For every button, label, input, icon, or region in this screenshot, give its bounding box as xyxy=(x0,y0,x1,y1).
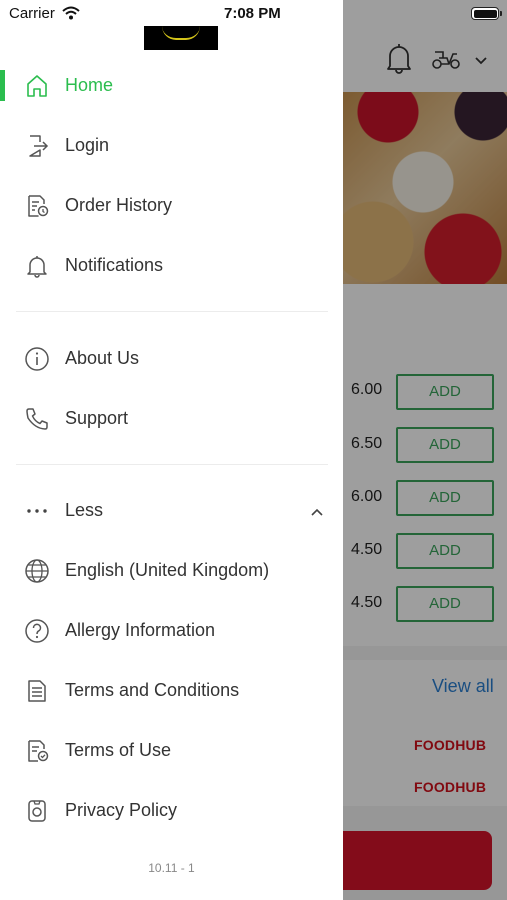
menu-item-support[interactable]: Support xyxy=(0,397,343,441)
menu-divider xyxy=(16,464,328,465)
battery-icon xyxy=(471,7,502,20)
bell-icon xyxy=(24,253,50,279)
menu-item-allergy-information[interactable]: Allergy Information xyxy=(0,609,343,653)
menu-item-order-history[interactable]: Order History xyxy=(0,184,343,228)
menu-item-privacy-policy[interactable]: Privacy Policy xyxy=(0,789,343,833)
more-dots-icon xyxy=(24,498,50,524)
dim-overlay[interactable] xyxy=(343,0,507,900)
menu-item-label: Login xyxy=(65,135,110,155)
menu-item-label: Terms and Conditions xyxy=(65,680,240,700)
menu-item-terms-and-conditions[interactable]: Terms and Conditions xyxy=(0,669,343,713)
clock: 7:08 PM xyxy=(224,5,281,22)
restaurant-logo xyxy=(144,26,218,50)
menu-item-label: Privacy Policy xyxy=(65,800,178,820)
menu-item-terms-of-use[interactable]: Terms of Use xyxy=(0,729,343,773)
menu-item-label: Support xyxy=(65,408,129,428)
menu-item-label: About Us xyxy=(65,348,140,368)
help-circle-icon xyxy=(24,618,50,644)
carrier-label: Carrier xyxy=(9,5,55,22)
menu-item-label: Order History xyxy=(65,195,173,215)
menu-item-label: Home xyxy=(65,75,114,95)
menu-item-language[interactable]: English (United Kingdom) xyxy=(0,549,343,593)
globe-icon xyxy=(24,558,50,584)
login-icon xyxy=(24,133,50,159)
privacy-icon xyxy=(24,798,50,824)
menu-item-home[interactable]: Home xyxy=(0,64,343,108)
wifi-icon xyxy=(62,6,80,25)
menu-item-about-us[interactable]: About Us xyxy=(0,337,343,381)
status-bar: Carrier 7:08 PM xyxy=(0,0,507,26)
order-history-icon xyxy=(24,193,50,219)
home-icon xyxy=(24,73,50,99)
menu-item-notifications[interactable]: Notifications xyxy=(0,244,343,288)
document-icon xyxy=(24,678,50,704)
menu-item-less[interactable]: Less xyxy=(0,489,343,533)
menu-item-login[interactable]: Login xyxy=(0,124,343,168)
menu-item-label: English (United Kingdom) xyxy=(65,560,270,580)
menu-divider xyxy=(16,311,328,312)
side-drawer: Home Login Order History Notifications A… xyxy=(0,0,343,900)
menu-item-label: Notifications xyxy=(65,255,164,275)
app-version: 10.11 - 1 xyxy=(148,861,195,875)
info-icon xyxy=(24,346,50,372)
menu-item-label: Allergy Information xyxy=(65,620,216,640)
menu-item-label: Less xyxy=(65,500,104,520)
document-check-icon xyxy=(24,738,50,764)
chevron-up-icon xyxy=(310,504,324,522)
menu-item-label: Terms of Use xyxy=(65,740,172,760)
phone-icon xyxy=(24,406,50,432)
